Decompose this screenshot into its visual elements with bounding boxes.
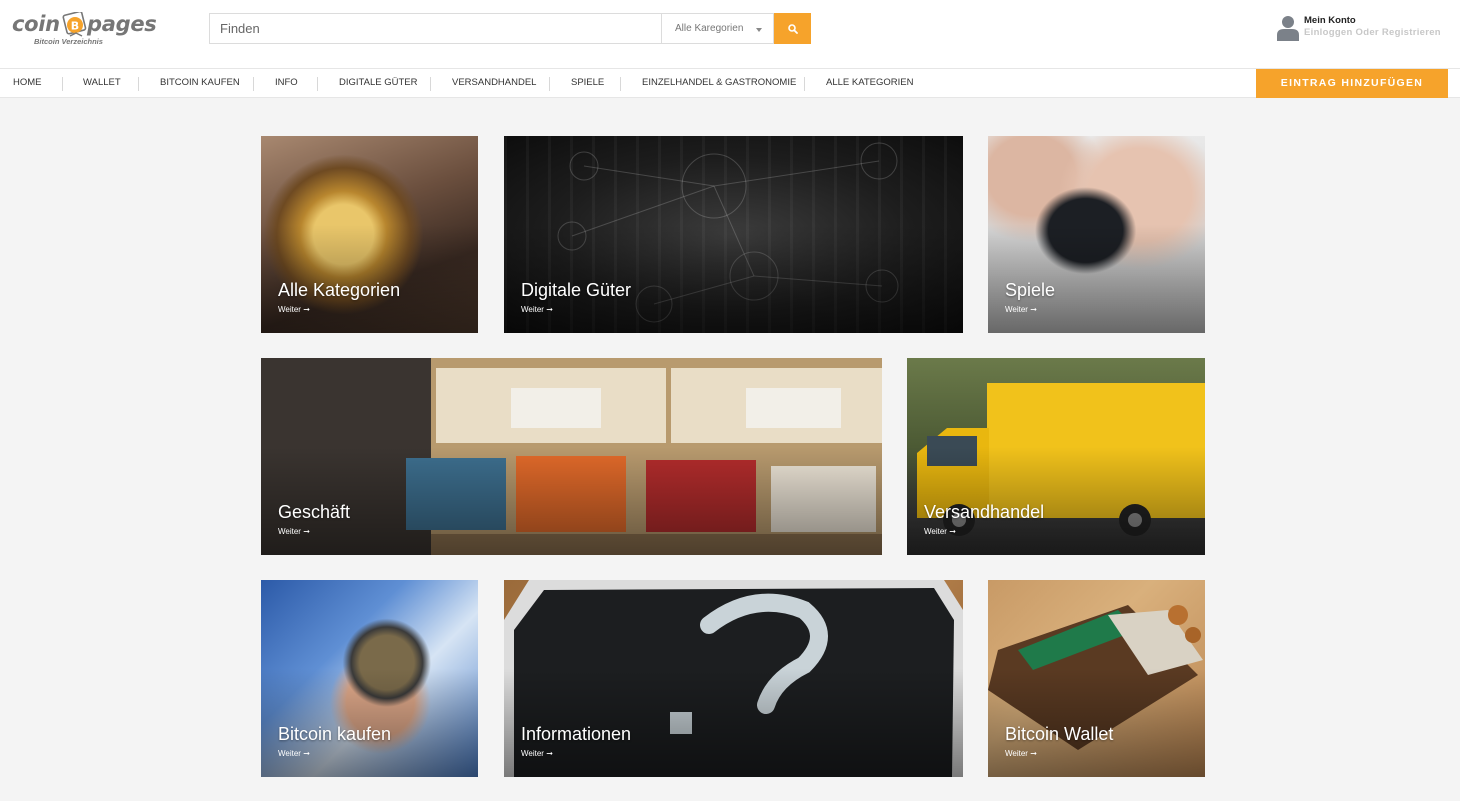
tile-more-link[interactable]: Weiter ➞: [278, 749, 310, 758]
tile-more-link[interactable]: Weiter ➞: [924, 527, 956, 536]
tile-title: Bitcoin kaufen: [278, 724, 392, 744]
user-icon: [1277, 15, 1299, 41]
nav-divider: [253, 77, 254, 91]
tile-title: Informationen: [521, 724, 632, 744]
category-tile-digitale-gueter[interactable]: Digitale Güter Weiter ➞: [504, 136, 963, 333]
tile-overlay: [907, 358, 1205, 555]
account-title: Mein Konto: [1304, 15, 1356, 26]
tile-more-link[interactable]: Weiter ➞: [521, 305, 553, 314]
tile-overlay: [261, 136, 478, 333]
tile-title: Versandhandel: [924, 502, 1045, 522]
tile-title: Alle Kategorien: [278, 280, 401, 300]
site-logo[interactable]: coin pages B Bitcoin Verzeichnis: [12, 10, 162, 50]
nav-item-alle-kategorien[interactable]: ALLE KATEGORIEN: [826, 69, 913, 97]
category-tile-informationen[interactable]: Informationen Weiter ➞: [504, 580, 963, 777]
tile-more-link[interactable]: Weiter ➞: [278, 305, 310, 314]
category-tile-spiele[interactable]: Spiele Weiter ➞: [988, 136, 1205, 333]
login-register-link[interactable]: Einloggen Oder Registrieren: [1304, 27, 1441, 38]
logo-word-left: coin: [12, 12, 60, 36]
search-bar: Alle Karegorien: [209, 13, 811, 44]
tile-more-link[interactable]: Weiter ➞: [1005, 305, 1037, 314]
category-tile-geschaeft[interactable]: Geschäft Weiter ➞: [261, 358, 882, 555]
nav-item-spiele[interactable]: SPIELE: [571, 69, 604, 97]
nav-divider: [62, 77, 63, 91]
nav-item-einzelhandel[interactable]: EINZELHANDEL & GASTRONOMIE: [642, 69, 796, 97]
tile-overlay: [504, 136, 963, 333]
search-input[interactable]: [209, 13, 661, 44]
logo-tagline: Bitcoin Verzeichnis: [34, 37, 103, 46]
account-menu[interactable]: Mein Konto Einloggen Oder Registrieren: [1277, 14, 1457, 44]
tile-more-link[interactable]: Weiter ➞: [1005, 749, 1037, 758]
tile-overlay: [988, 136, 1205, 333]
tile-overlay: [988, 580, 1205, 777]
tile-more-link[interactable]: Weiter ➞: [278, 527, 310, 536]
nav-divider: [549, 77, 550, 91]
category-tile-bitcoin-kaufen[interactable]: Bitcoin kaufen Weiter ➞: [261, 580, 478, 777]
search-icon: [787, 23, 798, 34]
nav-divider: [138, 77, 139, 91]
nav-item-info[interactable]: INFO: [275, 69, 298, 97]
bitcoin-coin-icon: B: [62, 12, 88, 38]
category-tile-alle-kategorien[interactable]: Alle Kategorien Weiter ➞: [261, 136, 478, 333]
nav-divider: [804, 77, 805, 91]
tile-overlay: [261, 580, 478, 777]
tile-title: Geschäft: [278, 502, 351, 522]
nav-divider: [430, 77, 431, 91]
nav-item-home[interactable]: HOME: [13, 69, 42, 97]
category-select-value: Alle Karegorien: [675, 23, 744, 34]
tile-title: Spiele: [1005, 280, 1056, 300]
nav-item-bitcoin-kaufen[interactable]: BITCOIN KAUFEN: [160, 69, 240, 97]
nav-item-wallet[interactable]: WALLET: [83, 69, 121, 97]
nav-divider: [620, 77, 621, 91]
main-nav: HOME WALLET BITCOIN KAUFEN INFO DIGITALE…: [0, 68, 1460, 98]
nav-item-versandhandel[interactable]: VERSANDHANDEL: [452, 69, 536, 97]
category-select[interactable]: Alle Karegorien: [661, 13, 774, 44]
site-header: coin pages B Bitcoin Verzeichnis Alle Ka…: [0, 0, 1460, 68]
logo-word-right: pages: [87, 12, 157, 36]
add-entry-button[interactable]: EINTRAG HINZUFÜGEN: [1256, 69, 1448, 98]
tile-overlay: [504, 580, 963, 777]
caret-down-icon: [756, 28, 762, 32]
category-tile-bitcoin-wallet[interactable]: Bitcoin Wallet Weiter ➞: [988, 580, 1205, 777]
nav-divider: [317, 77, 318, 91]
nav-item-digitale-gueter[interactable]: DIGITALE GÜTER: [339, 69, 417, 97]
tile-more-link[interactable]: Weiter ➞: [521, 749, 553, 758]
tile-title: Digitale Güter: [521, 280, 632, 300]
tile-title: Bitcoin Wallet: [1005, 724, 1114, 744]
search-button[interactable]: [774, 13, 811, 44]
tile-overlay: [261, 358, 882, 555]
category-tile-versandhandel[interactable]: Versandhandel Weiter ➞: [907, 358, 1205, 555]
svg-text:B: B: [71, 20, 79, 33]
